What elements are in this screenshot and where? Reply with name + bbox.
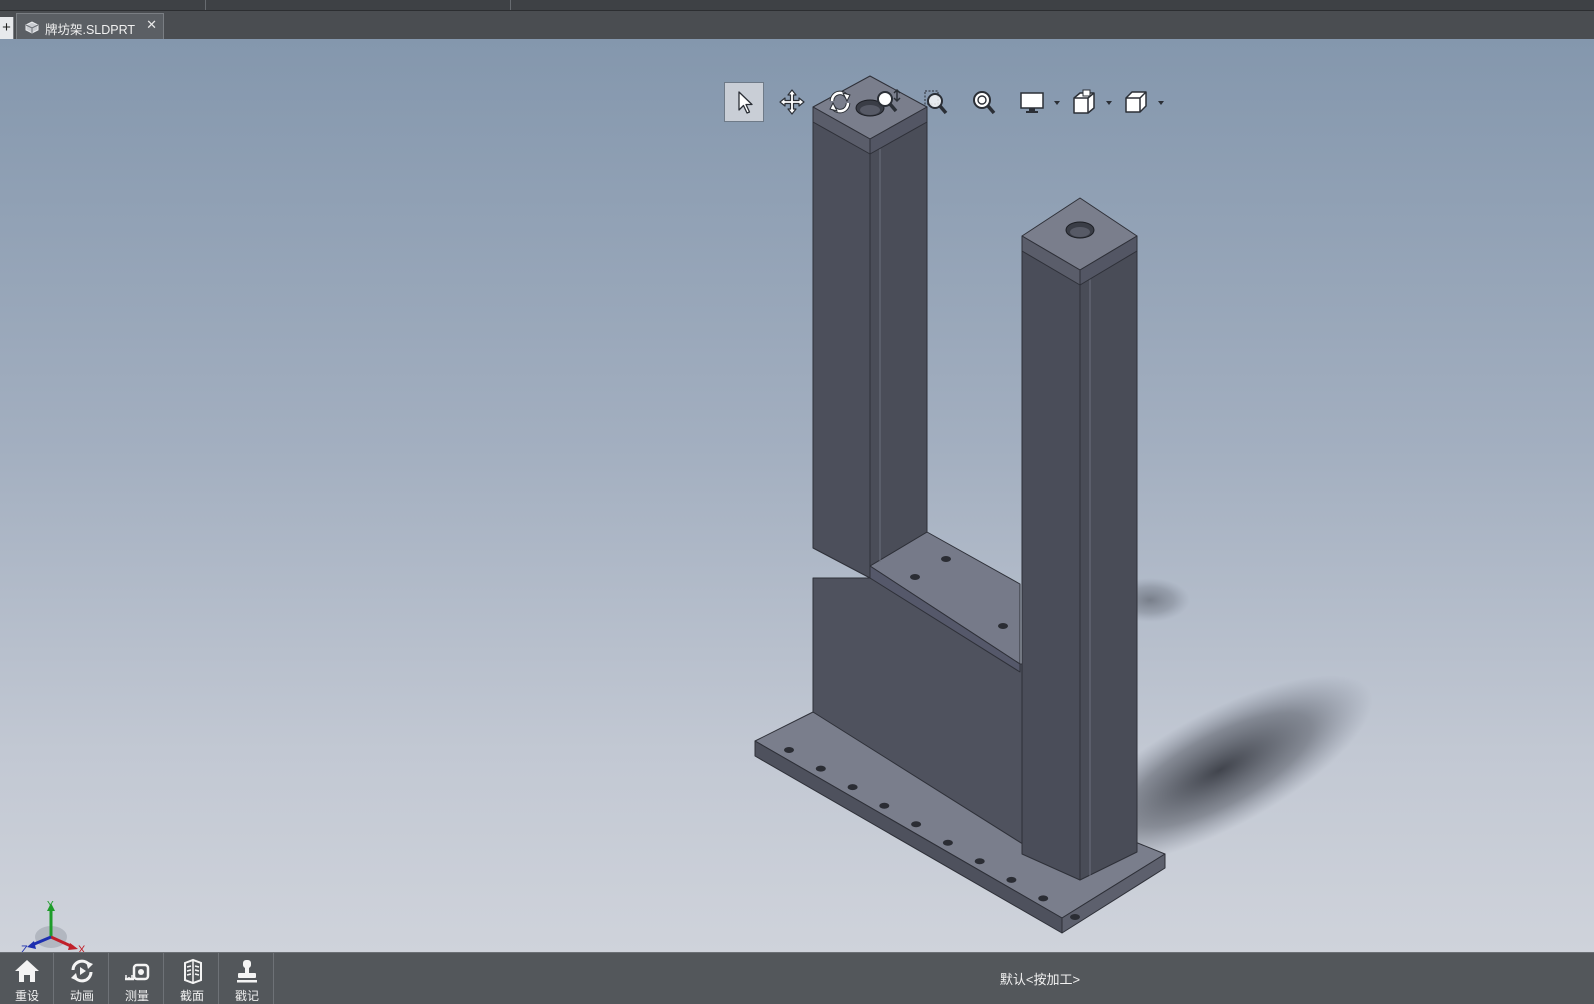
select-tool-button[interactable] [724, 82, 764, 122]
animation-label: 动画 [69, 989, 94, 1003]
title-strip-segment [205, 0, 511, 10]
zoom-to-area-tool-button[interactable] [916, 82, 956, 122]
graphics-viewport[interactable]: Y X Z [0, 39, 1594, 952]
triad-z-label: Z [21, 944, 28, 952]
rotate-tool-button[interactable] [820, 82, 860, 122]
animate-icon [71, 959, 93, 983]
bottom-toolbar: 重设 动画 测量 截面 戳记 默认<按加工> [0, 952, 1594, 1004]
base-hole [974, 858, 985, 865]
base-hole [1070, 914, 1080, 920]
section-icon [184, 958, 202, 985]
home-icon [15, 960, 39, 982]
base-hole [815, 765, 826, 772]
animation-button[interactable]: 动画 [55, 953, 109, 1004]
document-tab-bar: + 牌坊架.SLDPRT ✕ [0, 11, 1594, 39]
new-tab-button[interactable]: + [0, 17, 14, 39]
display-style-button[interactable] [1012, 82, 1052, 122]
measure-icon [125, 963, 150, 981]
zoom-in-out-tool-button[interactable] [868, 82, 908, 122]
arrow-cursor-icon [738, 91, 753, 114]
chevron-down-icon[interactable] [1052, 98, 1062, 108]
heads-up-view-toolbar [724, 82, 1204, 122]
title-strip-segment [0, 0, 206, 10]
pan-tool-button[interactable] [772, 82, 812, 122]
view-cube-icon [1073, 89, 1095, 114]
base-hole [784, 747, 794, 753]
stamp-icon [237, 960, 257, 983]
wire-cube-icon [1125, 91, 1147, 113]
section-label: 截面 [179, 989, 204, 1003]
left-pillar [812, 75, 928, 579]
reset-label: 重设 [14, 989, 39, 1003]
document-tab-label: 牌坊架.SLDPRT [45, 23, 136, 37]
close-icon[interactable]: ✕ [146, 17, 157, 33]
document-tab[interactable]: 牌坊架.SLDPRT ✕ [16, 13, 164, 39]
monitor-icon [1020, 92, 1044, 113]
standard-views-button[interactable] [1116, 82, 1156, 122]
zoom-to-fit-tool-button[interactable] [964, 82, 1004, 122]
section-button[interactable]: 截面 [165, 953, 219, 1004]
stamp-label: 戳记 [234, 989, 259, 1003]
zoom-fit-icon [973, 91, 996, 115]
base-hole [879, 802, 890, 809]
view-orientation-button[interactable] [1064, 82, 1104, 122]
coordinate-triad[interactable]: Y X Z [18, 899, 88, 952]
base-hole [1006, 876, 1017, 883]
chevron-down-icon[interactable] [1104, 98, 1114, 108]
move-arrows-icon [779, 89, 805, 115]
measure-label: 测量 [124, 989, 149, 1003]
part-icon [25, 21, 39, 34]
title-strip [0, 0, 1594, 11]
configuration-status: 默认<按加工> [999, 972, 1081, 987]
base-hole [942, 839, 953, 846]
stamp-button[interactable]: 戳记 [220, 953, 274, 1004]
triad-y-label: Y [47, 900, 54, 911]
part-model[interactable] [0, 39, 1594, 952]
rotate-icon [829, 90, 851, 114]
zoom-in-out-icon [877, 88, 901, 113]
reset-button[interactable]: 重设 [0, 953, 54, 1004]
measure-button[interactable]: 测量 [110, 953, 164, 1004]
base-hole [911, 821, 922, 828]
base-hole [847, 784, 858, 791]
right-pillar [1021, 197, 1138, 881]
triad-x-label: X [78, 944, 86, 952]
chevron-down-icon[interactable] [1156, 98, 1166, 108]
zoom-area-icon [924, 90, 948, 115]
base-hole [1038, 895, 1049, 902]
